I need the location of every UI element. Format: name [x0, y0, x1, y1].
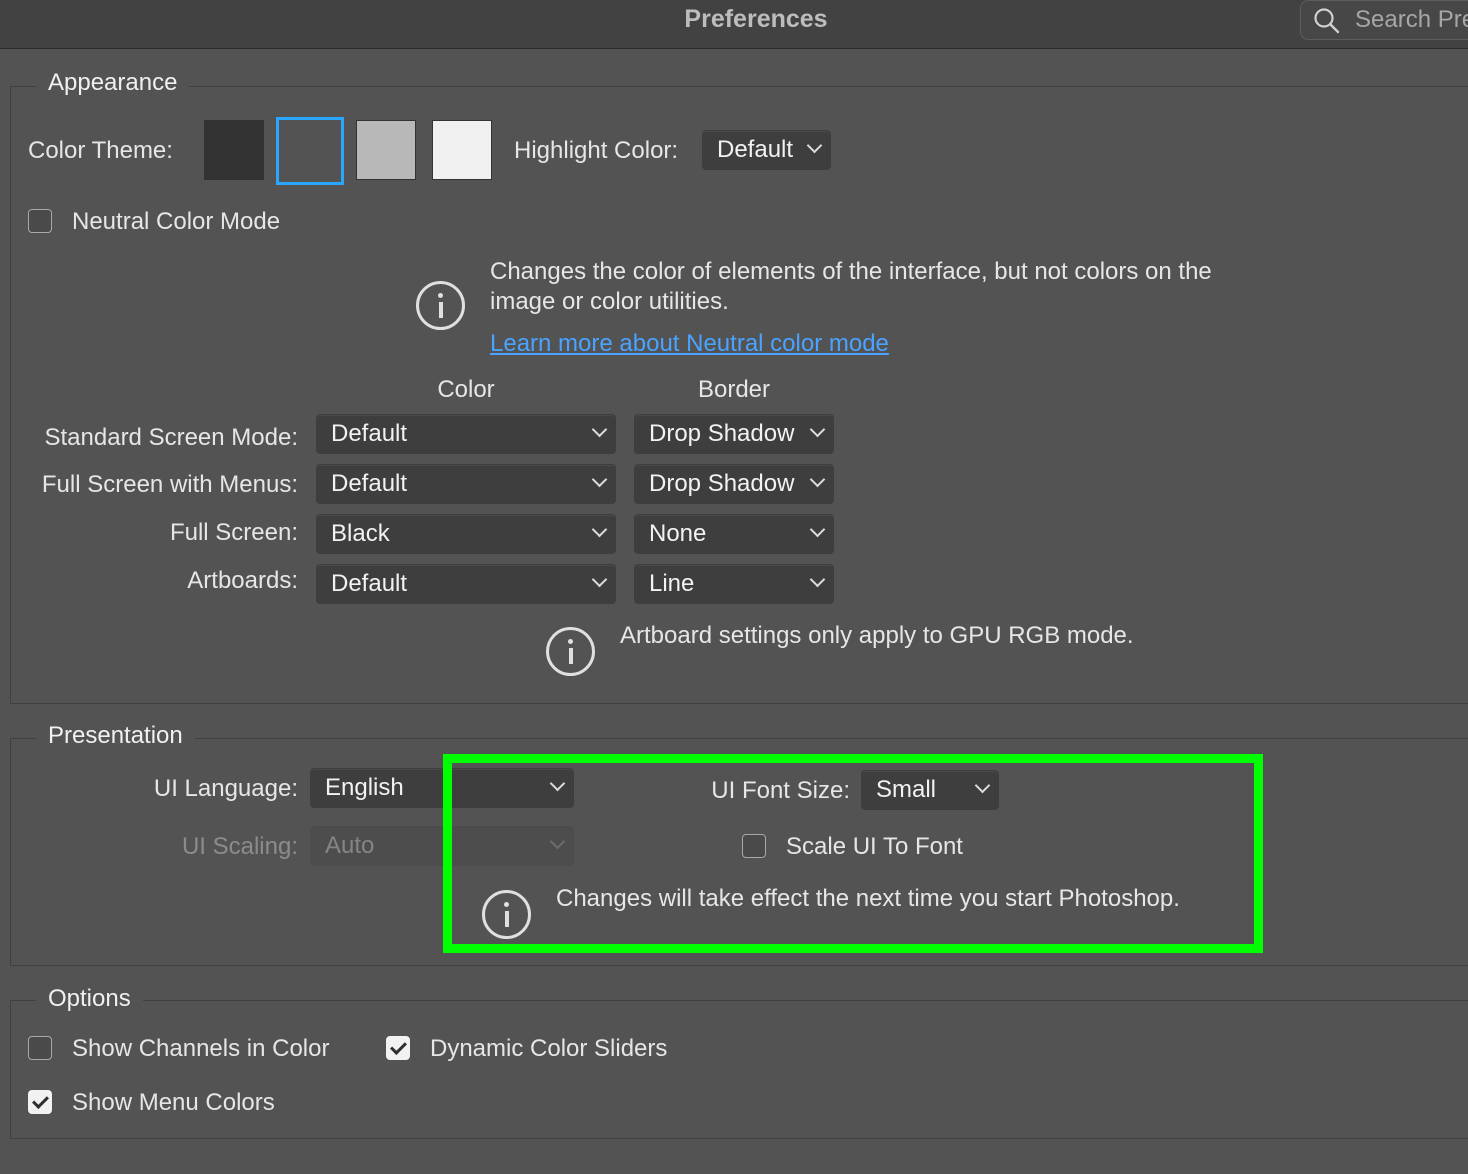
neutral-info-text-line1: Changes the color of elements of the int… [490, 258, 1212, 285]
color-column-header: Color [437, 376, 495, 403]
select-value: None [649, 520, 707, 547]
select-value: Drop Shadow [649, 420, 795, 447]
select-value: Black [331, 520, 390, 547]
ui-language-label: UI Language: [153, 775, 298, 802]
show-menu-colors-checkbox[interactable] [28, 1090, 52, 1114]
show-menu-colors-label: Show Menu Colors [72, 1089, 275, 1116]
search-field[interactable]: Search Pre [1300, 0, 1468, 40]
chevron-down-icon [591, 471, 608, 488]
artboards-color-select[interactable]: Default [316, 564, 616, 604]
select-value: Default [331, 420, 408, 447]
highlight-color-value: Default [717, 136, 794, 163]
search-icon [1314, 8, 1340, 34]
full-screen-color-select[interactable]: Black [316, 514, 616, 554]
color-theme-label: Color Theme: [28, 137, 173, 164]
dynamic-color-sliders-label: Dynamic Color Sliders [430, 1035, 668, 1062]
chevron-down-icon [591, 521, 608, 538]
theme-swatch-dark[interactable] [276, 117, 344, 185]
artboards-label: Artboards: [187, 567, 298, 594]
theme-swatch-light[interactable] [432, 120, 492, 180]
artboard-info-text: Artboard settings only apply to GPU RGB … [620, 622, 1134, 649]
dynamic-color-sliders-checkbox[interactable] [386, 1036, 410, 1060]
neutral-color-mode-checkbox[interactable] [28, 209, 52, 233]
artboards-border-select[interactable]: Line [634, 564, 834, 604]
standard-screen-mode-label: Standard Screen Mode: [44, 424, 299, 451]
search-placeholder: Search Pre [1355, 6, 1468, 33]
neutral-learn-more-link[interactable]: Learn more about Neutral color mode [490, 330, 889, 358]
chevron-down-icon [591, 571, 608, 588]
standard-screen-mode-border-select[interactable]: Drop Shadow [634, 414, 834, 454]
highlight-color-label: Highlight Color: [514, 137, 679, 164]
full-screen-with-menus-border-select[interactable]: Drop Shadow [634, 464, 834, 504]
show-channels-in-color-label: Show Channels in Color [72, 1035, 330, 1062]
window-title: Preferences [684, 5, 828, 33]
theme-swatch-medium[interactable] [356, 120, 416, 180]
chevron-down-icon [809, 421, 826, 438]
full-screen-with-menus-label: Full Screen with Menus: [41, 471, 298, 498]
select-value: Default [331, 470, 408, 497]
theme-swatch-darkest[interactable] [204, 120, 264, 180]
neutral-color-mode-label: Neutral Color Mode [72, 208, 281, 235]
select-value: Auto [325, 832, 375, 859]
options-group [10, 1000, 1468, 1139]
options-legend: Options [36, 985, 143, 1013]
appearance-legend: Appearance [36, 69, 190, 97]
border-column-header: Border [697, 376, 771, 403]
presentation-legend: Presentation [36, 722, 195, 750]
chevron-down-icon [809, 521, 826, 538]
select-value: Drop Shadow [649, 470, 795, 497]
select-value: Default [331, 570, 408, 597]
highlight-color-select[interactable]: Default [702, 130, 831, 170]
chevron-down-icon [806, 137, 823, 154]
select-value: English [325, 774, 404, 801]
standard-screen-mode-color-select[interactable]: Default [316, 414, 616, 454]
show-channels-in-color-checkbox[interactable] [28, 1036, 52, 1060]
full-screen-border-select[interactable]: None [634, 514, 834, 554]
ui-scaling-label: UI Scaling: [181, 833, 298, 860]
chevron-down-icon [591, 421, 608, 438]
full-screen-label: Full Screen: [169, 519, 298, 546]
full-screen-with-menus-color-select[interactable]: Default [316, 464, 616, 504]
info-icon [546, 627, 595, 676]
info-icon [416, 281, 465, 330]
chevron-down-icon [809, 471, 826, 488]
neutral-info-text-line2: image or color utilities. [490, 288, 729, 315]
chevron-down-icon [809, 571, 826, 588]
annotation-highlight-box [443, 754, 1263, 953]
select-value: Line [649, 570, 695, 597]
